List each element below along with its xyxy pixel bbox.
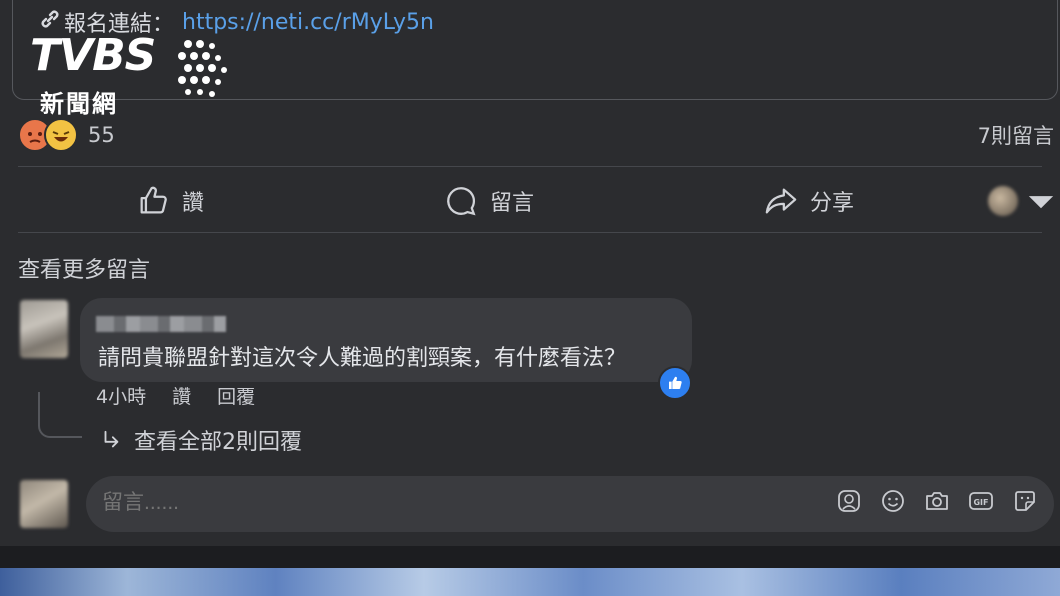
watermark-sub: 新聞網	[40, 90, 118, 118]
comment-like-badge[interactable]	[658, 366, 692, 400]
bottom-bar	[0, 546, 1060, 568]
chevron-down-icon	[1028, 196, 1054, 209]
like-button[interactable]: 讚	[136, 184, 204, 218]
divider	[18, 232, 1042, 233]
composer-tools: GIF	[836, 488, 1038, 514]
comment-like-link[interactable]: 讚	[172, 382, 191, 409]
comment-bubble-icon	[447, 187, 476, 216]
svg-text:GIF: GIF	[973, 498, 988, 507]
reply-arrow-icon	[104, 430, 119, 448]
comment-text: 請問貴聯盟針對這次令人難過的割頸案，有什麼看法？	[98, 346, 627, 371]
comment-button[interactable]: 留言	[444, 184, 534, 218]
sticker-icon[interactable]	[1012, 488, 1038, 514]
reaction-count: 55	[88, 123, 115, 147]
reply-thread-line	[38, 392, 82, 438]
thumbs-up-icon	[140, 186, 167, 214]
view-replies-label: 查看全部2則回覆	[134, 430, 302, 455]
share-arrow-icon	[765, 188, 797, 214]
share-label: 分享	[810, 191, 855, 216]
reactions-summary[interactable]: 55	[18, 118, 115, 152]
gif-icon[interactable]: GIF	[968, 488, 994, 514]
watermark-dots-icon	[178, 40, 227, 97]
comment-input[interactable]	[100, 490, 375, 516]
thumbs-up-icon	[669, 376, 682, 389]
comment-time[interactable]: 4小時	[96, 382, 146, 409]
view-more-comments[interactable]: 查看更多留言	[18, 252, 150, 284]
comment-bubble: 請問貴聯盟針對這次令人難過的割頸案，有什麼看法？	[80, 298, 692, 382]
share-button[interactable]: 分享	[764, 184, 854, 218]
composer-avatar	[20, 480, 68, 528]
avatar-sticker-icon[interactable]	[836, 488, 862, 514]
post-actions-bar: 讚 留言 分享	[0, 178, 1060, 224]
divider	[18, 166, 1042, 167]
comment-meta: 4小時 讚 回覆	[96, 382, 255, 409]
comments-count[interactable]: 7則留言	[978, 120, 1054, 150]
comment-reply-link[interactable]: 回覆	[217, 382, 255, 409]
comment-composer: GIF	[86, 476, 1054, 532]
audience-selector[interactable]	[988, 184, 1058, 218]
like-label: 讚	[182, 191, 205, 216]
comment-label: 留言	[490, 191, 535, 216]
commenter-name-redacted[interactable]	[96, 316, 226, 332]
camera-icon[interactable]	[924, 488, 950, 514]
post-link[interactable]: https://neti.cc/rMyLy5n	[182, 10, 434, 35]
emoji-icon[interactable]	[880, 488, 906, 514]
watermark-brand: TVBS	[30, 30, 156, 81]
view-replies-link[interactable]: 查看全部2則回覆	[100, 424, 302, 456]
bottom-decorative-band	[0, 568, 1060, 596]
commenter-avatar[interactable]	[20, 300, 68, 358]
user-avatar	[988, 186, 1018, 216]
tvbs-watermark-logo: TVBS 新聞網	[30, 30, 227, 118]
haha-reaction-icon	[44, 118, 78, 152]
